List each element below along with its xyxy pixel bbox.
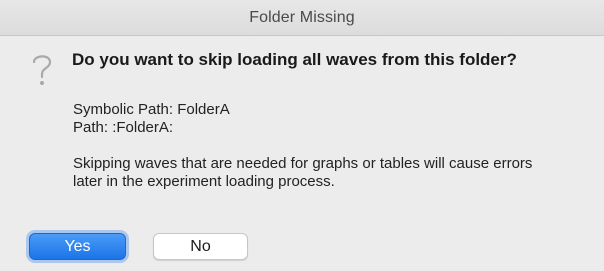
folder-missing-dialog: Folder Missing Do you want to skip loadi… — [0, 0, 604, 271]
no-button[interactable]: No — [153, 233, 248, 260]
symbolic-path-text: Symbolic Path: FolderA — [73, 101, 230, 118]
title-bar[interactable]: Folder Missing — [0, 0, 604, 36]
no-button-label: No — [190, 237, 211, 255]
window-title: Folder Missing — [249, 8, 355, 26]
message-text-line1: Skipping waves that are needed for graph… — [73, 155, 533, 172]
yes-button-label: Yes — [64, 237, 91, 255]
yes-button[interactable]: Yes — [29, 233, 126, 260]
dialog-heading: Do you want to skip loading all waves fr… — [72, 50, 517, 69]
question-mark-icon — [26, 50, 58, 90]
message-text-line2: later in the experiment loading process. — [73, 173, 335, 190]
path-text: Path: :FolderA: — [73, 119, 174, 136]
